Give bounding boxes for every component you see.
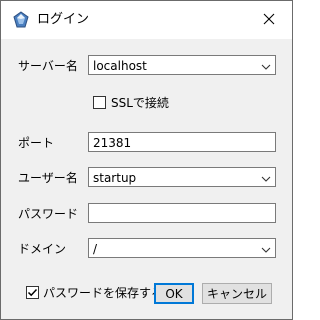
- app-gem-icon: [12, 11, 30, 29]
- domain-label: ドメイン: [18, 242, 67, 256]
- close-button[interactable]: [246, 1, 292, 39]
- ok-button[interactable]: OK: [154, 283, 194, 304]
- title-bar[interactable]: ログイン: [1, 1, 292, 39]
- user-name-value: startup: [93, 171, 137, 185]
- server-name-label: サーバー名: [18, 59, 78, 73]
- save-password-checkbox[interactable]: [26, 286, 39, 299]
- ssl-label[interactable]: SSLで接続: [111, 96, 169, 110]
- ok-button-label: OK: [165, 286, 183, 301]
- port-value: 21381: [93, 136, 132, 150]
- close-icon: [263, 13, 275, 28]
- login-dialog: ログイン サーバー名 localhost SSLで接続 ポート 21381 ユー…: [0, 0, 293, 320]
- port-label: ポート: [18, 136, 55, 150]
- domain-value: /: [93, 242, 98, 256]
- chevron-down-icon: [261, 61, 271, 71]
- password-label: パスワード: [18, 207, 79, 221]
- cancel-button-label: キャンセル: [206, 287, 267, 301]
- server-name-value: localhost: [93, 59, 147, 73]
- chevron-down-icon: [261, 173, 271, 183]
- window-title: ログイン: [37, 12, 90, 27]
- ssl-checkbox[interactable]: [93, 96, 106, 109]
- user-name-label: ユーザー名: [18, 171, 78, 185]
- cancel-button[interactable]: キャンセル: [202, 283, 272, 304]
- server-name-select[interactable]: localhost: [88, 55, 276, 75]
- user-name-select[interactable]: startup: [88, 167, 276, 187]
- port-input[interactable]: 21381: [88, 132, 276, 152]
- save-password-label[interactable]: パスワードを保存する: [43, 286, 163, 300]
- domain-select[interactable]: /: [88, 238, 276, 258]
- password-input[interactable]: [88, 203, 276, 223]
- chevron-down-icon: [261, 244, 271, 254]
